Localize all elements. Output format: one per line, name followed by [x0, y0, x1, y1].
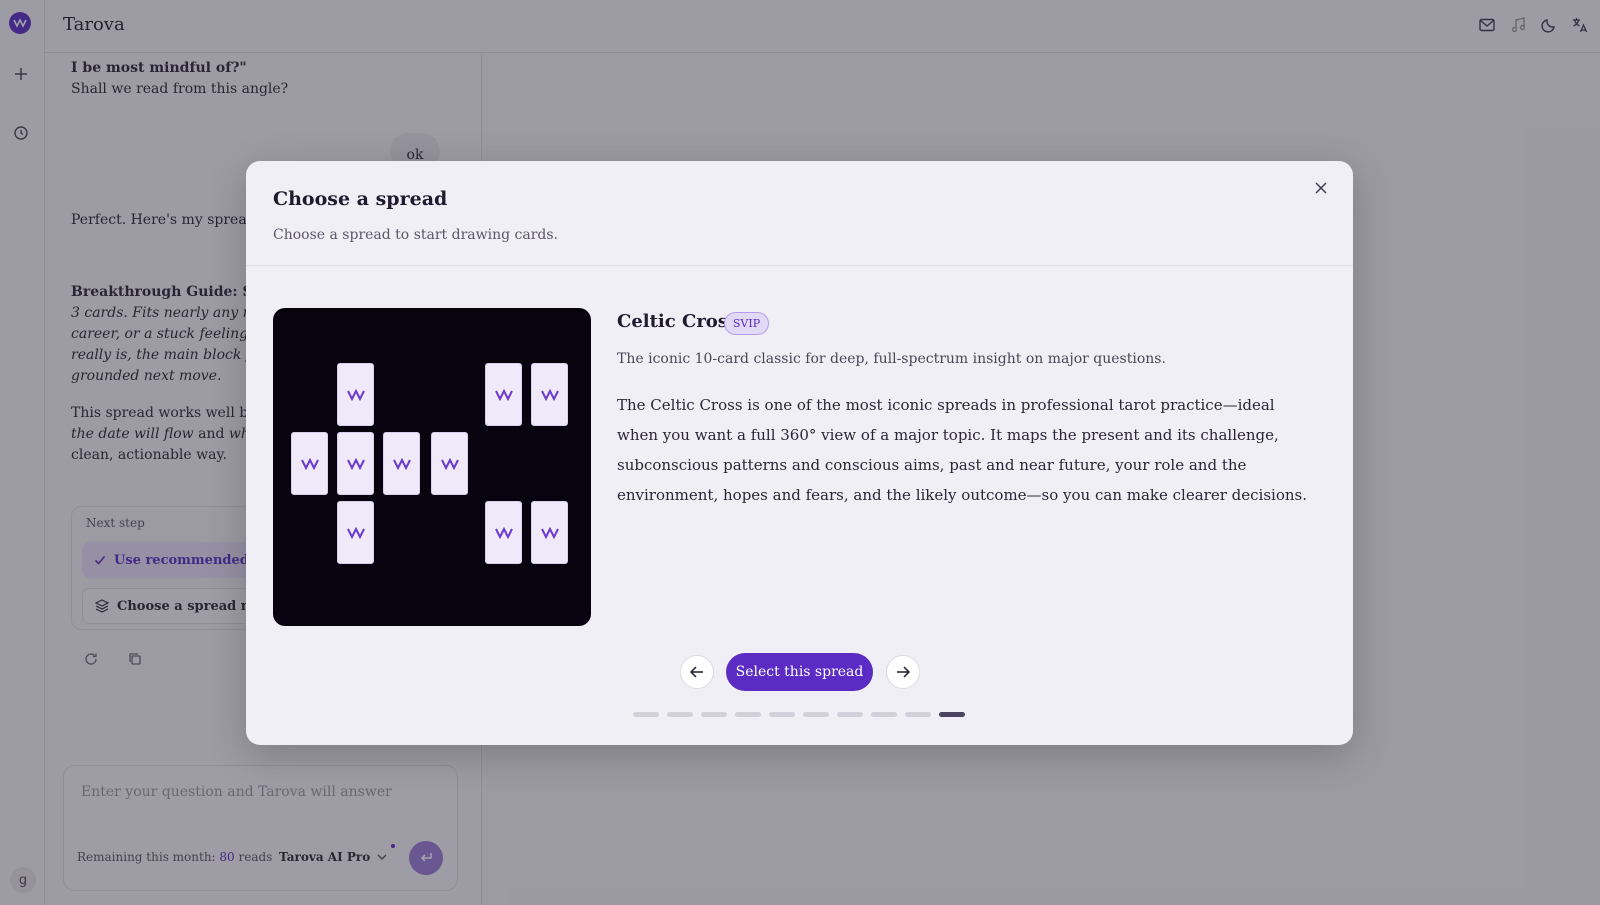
tarot-card: [485, 501, 522, 564]
tarot-card: [291, 432, 328, 495]
tarot-card: [383, 432, 420, 495]
tarot-card: [485, 363, 522, 426]
spread-tagline: The iconic 10-card classic for deep, ful…: [617, 351, 1166, 367]
pagination-dots: [633, 712, 965, 717]
dialog-title: Choose a spread: [273, 188, 448, 210]
svip-badge: SVIP: [724, 312, 769, 335]
previous-spread-button[interactable]: [680, 655, 714, 689]
tarot-card: [531, 501, 568, 564]
close-icon[interactable]: [1311, 178, 1331, 198]
divider: [246, 265, 1353, 266]
spread-description: The Celtic Cross is one of the most icon…: [617, 396, 1307, 504]
pagination-dot[interactable]: [735, 712, 761, 717]
spread-preview-image: [273, 308, 591, 626]
tarot-card: [431, 432, 468, 495]
tarot-card: [337, 501, 374, 564]
pagination-dot[interactable]: [803, 712, 829, 717]
tarot-card: [531, 363, 568, 426]
pagination-dot[interactable]: [905, 712, 931, 717]
spread-name: Celtic Cross: [617, 311, 739, 332]
pagination-dot[interactable]: [769, 712, 795, 717]
tarot-card: [337, 432, 374, 495]
pagination-dot[interactable]: [633, 712, 659, 717]
select-spread-button[interactable]: Select this spread: [726, 653, 873, 691]
arrow-right-icon: [897, 666, 910, 678]
choose-spread-dialog: Choose a spread Choose a spread to start…: [246, 161, 1353, 745]
arrow-left-icon: [690, 666, 703, 678]
pagination-dot[interactable]: [939, 712, 965, 717]
pagination-dot[interactable]: [837, 712, 863, 717]
tarot-card: [337, 363, 374, 426]
pagination-dot[interactable]: [701, 712, 727, 717]
next-spread-button[interactable]: [886, 655, 920, 689]
dialog-subtitle: Choose a spread to start drawing cards.: [273, 227, 558, 243]
pagination-dot[interactable]: [871, 712, 897, 717]
pagination-dot[interactable]: [667, 712, 693, 717]
